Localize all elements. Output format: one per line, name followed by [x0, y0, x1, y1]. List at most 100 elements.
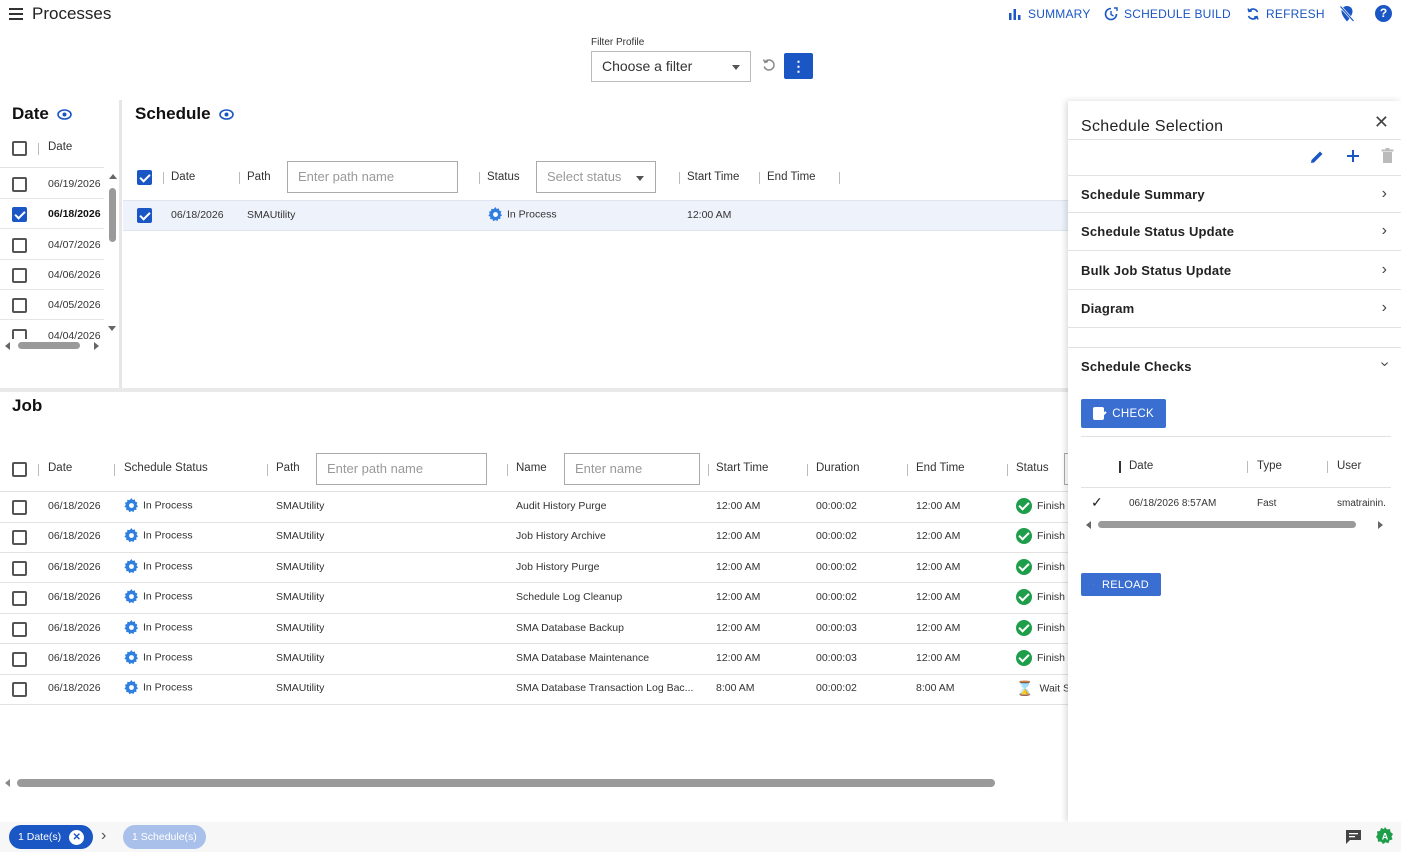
schedule-path-input[interactable]: Enter path name: [287, 161, 458, 193]
add-icon[interactable]: [1346, 149, 1360, 163]
date-list-item[interactable]: 06/18/2026: [0, 199, 104, 230]
status-badge-icon[interactable]: A: [1376, 827, 1394, 845]
select-all-schedules-checkbox[interactable]: [137, 170, 152, 185]
filter-profile-label: Filter Profile: [591, 37, 645, 48]
schedule-section-title: Schedule: [135, 104, 234, 124]
job-table-row[interactable]: 06/18/2026 In Process SMAUtility Job Histor…: [0, 522, 1068, 553]
chat-icon[interactable]: [1345, 829, 1362, 845]
select-all-jobs-checkbox[interactable]: [12, 462, 27, 477]
remove-chip-icon[interactable]: ✕: [69, 829, 85, 845]
drawer-item[interactable]: Diagram ›: [1068, 290, 1401, 328]
date-checkbox[interactable]: [12, 177, 27, 192]
job-date: 06/18/2026: [48, 591, 101, 604]
date-checkbox[interactable]: [12, 237, 27, 253]
checks-row[interactable]: ✓ 06/18/2026 8:57AM Fast smatrainin.: [1081, 487, 1391, 517]
filter-profile-select[interactable]: Choose a filter: [591, 51, 751, 82]
date-vertical-scrollbar[interactable]: [107, 174, 117, 334]
schedule-build-button[interactable]: SCHEDULE BUILD: [1104, 7, 1231, 21]
drawer-item[interactable]: Schedule Status Update ›: [1068, 213, 1401, 252]
date-checkbox[interactable]: [12, 207, 27, 223]
schedule-status-select[interactable]: Select status: [536, 161, 656, 193]
job-path-header: Path: [276, 462, 300, 474]
checks-row-type: Fast: [1257, 498, 1277, 509]
job-duration: 00:00:03: [816, 652, 857, 664]
job-table-row[interactable]: 06/18/2026 In Process SMAUtility Audit Hist…: [0, 492, 1068, 523]
date-list-item[interactable]: 06/19/2026: [0, 169, 104, 199]
job-table-row[interactable]: 06/18/2026 In Process SMAUtility SMA Databa…: [0, 644, 1068, 675]
job-row-checkbox[interactable]: [12, 621, 27, 637]
close-icon[interactable]: ✕: [1374, 112, 1389, 133]
scroll-thumb[interactable]: [18, 342, 80, 349]
date-checkbox[interactable]: [12, 328, 27, 339]
date-list-item[interactable]: 04/06/2026: [0, 260, 104, 290]
menu-icon[interactable]: [9, 8, 23, 23]
scroll-right-icon[interactable]: [1378, 521, 1383, 529]
job-row-checkbox[interactable]: [12, 682, 27, 698]
job-row-checkbox[interactable]: [12, 560, 27, 576]
checks-horizontal-scrollbar[interactable]: [1086, 520, 1386, 530]
job-end-header: End Time: [916, 462, 965, 474]
job-horizontal-scrollbar[interactable]: [5, 778, 1065, 788]
date-list-item[interactable]: 04/05/2026: [0, 290, 104, 321]
check-button-label: CHECK: [1112, 407, 1154, 420]
reset-filter-icon[interactable]: [761, 57, 777, 73]
scroll-thumb[interactable]: [109, 188, 116, 242]
more-options-button[interactable]: ⋮: [784, 53, 813, 79]
location-off-icon[interactable]: [1339, 5, 1355, 23]
job-row-checkbox[interactable]: [12, 591, 27, 607]
refresh-button[interactable]: REFRESH: [1246, 7, 1325, 21]
help-icon[interactable]: ?: [1375, 5, 1392, 22]
job-table-row[interactable]: 06/18/2026 In Process SMAUtility Job Histor…: [0, 553, 1068, 584]
date-column-header: Date: [48, 141, 73, 153]
date-checkbox[interactable]: [12, 267, 27, 283]
date-list-item[interactable]: 04/04/2026: [0, 321, 104, 339]
scroll-left-icon[interactable]: [5, 779, 10, 787]
schedules-chip[interactable]: 1 Schedule(s): [123, 825, 206, 849]
job-path: SMAUtility: [276, 652, 325, 664]
job-date: 06/18/2026: [48, 530, 101, 543]
job-schedule-status-text: In Process: [143, 681, 193, 694]
scroll-thumb[interactable]: [1098, 521, 1356, 528]
eye-icon[interactable]: [57, 108, 72, 120]
job-row-checkbox[interactable]: [12, 500, 27, 515]
schedule-start-header: Start Time: [687, 171, 740, 183]
chevron-right-icon: ›: [1381, 222, 1387, 240]
job-duration-header: Duration: [816, 462, 860, 474]
reload-button[interactable]: RELOAD: [1081, 573, 1161, 596]
summary-button[interactable]: SUMMARY: [1008, 7, 1091, 21]
job-row-checkbox[interactable]: [12, 530, 27, 546]
job-status: Finish: [1016, 650, 1068, 666]
panel-splitter[interactable]: [0, 388, 1068, 392]
date-checkbox[interactable]: [12, 298, 27, 314]
job-path-input[interactable]: Enter path name: [316, 453, 487, 485]
date-horizontal-scrollbar[interactable]: [5, 341, 101, 351]
schedule-row-checkbox[interactable]: [137, 208, 152, 223]
drawer-item[interactable]: Schedule Summary ›: [1068, 175, 1401, 213]
schedule-row-path: SMAUtility: [247, 209, 296, 221]
scroll-left-icon[interactable]: [5, 342, 10, 350]
check-button[interactable]: CHECK: [1081, 399, 1166, 428]
select-all-dates-checkbox[interactable]: [12, 141, 27, 156]
job-table-row[interactable]: 06/18/2026 In Process SMAUtility Schedule L…: [0, 583, 1068, 614]
scroll-down-icon[interactable]: [108, 326, 116, 331]
schedule-checks-header[interactable]: Schedule Checks ›: [1068, 347, 1401, 385]
date-list-item[interactable]: 04/07/2026: [0, 230, 104, 260]
job-row-checkbox[interactable]: [12, 652, 27, 667]
delete-icon[interactable]: [1381, 148, 1394, 164]
scroll-left-icon[interactable]: [1086, 521, 1091, 529]
chevron-right-icon: ›: [1381, 185, 1387, 202]
job-table-row[interactable]: 06/18/2026 In Process SMAUtility SMA Databa…: [0, 614, 1068, 645]
scroll-thumb[interactable]: [17, 779, 995, 787]
job-name-input[interactable]: Enter name: [564, 453, 700, 485]
edit-icon[interactable]: [1309, 149, 1325, 165]
dates-chip[interactable]: 1 Date(s) ✕: [9, 825, 94, 849]
scroll-right-icon[interactable]: [94, 342, 99, 350]
scroll-up-icon[interactable]: [109, 174, 117, 179]
eye-icon[interactable]: [218, 108, 234, 120]
job-name: Job History Archive: [516, 530, 606, 543]
job-table-row[interactable]: 06/18/2026 In Process SMAUtility SMA Databa…: [0, 674, 1068, 705]
check-circle-icon: [1016, 528, 1032, 545]
schedule-row[interactable]: 06/18/2026 SMAUtility In Process 12:00 A…: [123, 200, 1068, 231]
drawer-item[interactable]: Bulk Job Status Update ›: [1068, 252, 1401, 290]
chevron-right-icon: ›: [101, 827, 107, 844]
